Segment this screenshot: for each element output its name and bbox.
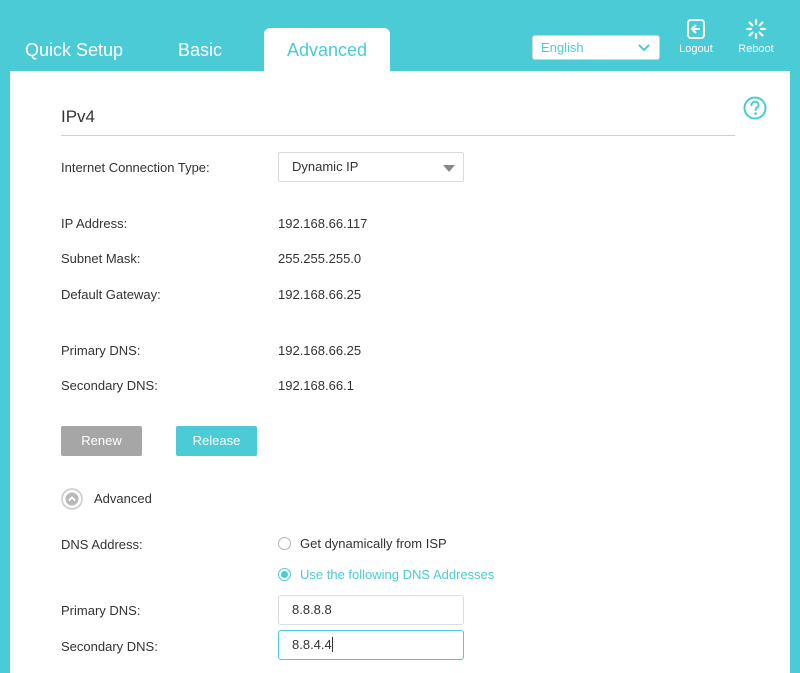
logout-button[interactable]: Logout — [672, 18, 720, 62]
subnet-mask-label: Subnet Mask: — [61, 251, 141, 266]
radio-dns-static-label: Use the following DNS Addresses — [300, 567, 495, 582]
primary-dns-value: 192.168.66.25 — [278, 343, 362, 358]
logout-label: Logout — [679, 43, 713, 55]
radio-button[interactable] — [278, 537, 291, 550]
adv-primary-dns-label: Primary DNS: — [61, 603, 141, 618]
connection-type-select[interactable]: Dynamic IP — [278, 152, 464, 182]
connection-type-label: Internet Connection Type: — [61, 160, 210, 175]
chevron-down-icon — [638, 44, 650, 52]
subnet-mask-value: 255.255.255.0 — [278, 251, 362, 266]
primary-dns-input-value: 8.8.8.8 — [292, 602, 332, 617]
reboot-label: Reboot — [738, 43, 774, 55]
logout-icon — [687, 19, 705, 39]
secondary-dns-label: Secondary DNS: — [61, 378, 158, 393]
secondary-dns-input[interactable]: 8.8.4.4 — [278, 630, 464, 660]
advanced-toggle-label: Advanced — [94, 491, 152, 506]
release-button[interactable]: Release — [176, 426, 257, 456]
primary-dns-input[interactable]: 8.8.8.8 — [278, 595, 464, 625]
radio-dns-dynamic-label: Get dynamically from ISP — [300, 536, 447, 551]
default-gateway-value: 192.168.66.25 — [278, 287, 362, 302]
top-nav: Quick Setup Basic Advanced English Logou… — [0, 0, 800, 72]
secondary-dns-input-value: 8.8.4.4 — [292, 637, 332, 652]
reboot-button[interactable]: Reboot — [732, 18, 780, 62]
section-title: IPv4 — [61, 107, 96, 126]
text-cursor — [331, 637, 333, 652]
help-icon[interactable] — [743, 96, 767, 120]
connection-type-value: Dynamic IP — [292, 159, 359, 174]
language-value: English — [541, 40, 584, 55]
renew-button[interactable]: Renew — [61, 426, 142, 456]
secondary-dns-value: 192.168.66.1 — [278, 378, 354, 393]
ip-address-label: IP Address: — [61, 216, 128, 231]
adv-secondary-dns-label: Secondary DNS: — [61, 639, 158, 654]
tab-quick-setup[interactable]: Quick Setup — [10, 28, 138, 72]
radio-button-checked[interactable] — [278, 568, 291, 581]
dns-address-label: DNS Address: — [61, 537, 143, 552]
dropdown-arrow-icon — [443, 165, 455, 172]
chevron-up-circle-icon — [61, 488, 83, 510]
primary-dns-label: Primary DNS: — [61, 343, 141, 358]
ip-address-value: 192.168.66.117 — [278, 216, 368, 231]
section-divider — [61, 135, 735, 136]
default-gateway-label: Default Gateway: — [61, 287, 161, 302]
tab-advanced[interactable]: Advanced — [264, 28, 390, 72]
reboot-icon — [745, 18, 767, 40]
language-select[interactable]: English — [532, 35, 660, 60]
tab-basic[interactable]: Basic — [150, 28, 250, 72]
content-panel: IPv4 Internet Connection Type: Dynamic I… — [10, 71, 790, 673]
